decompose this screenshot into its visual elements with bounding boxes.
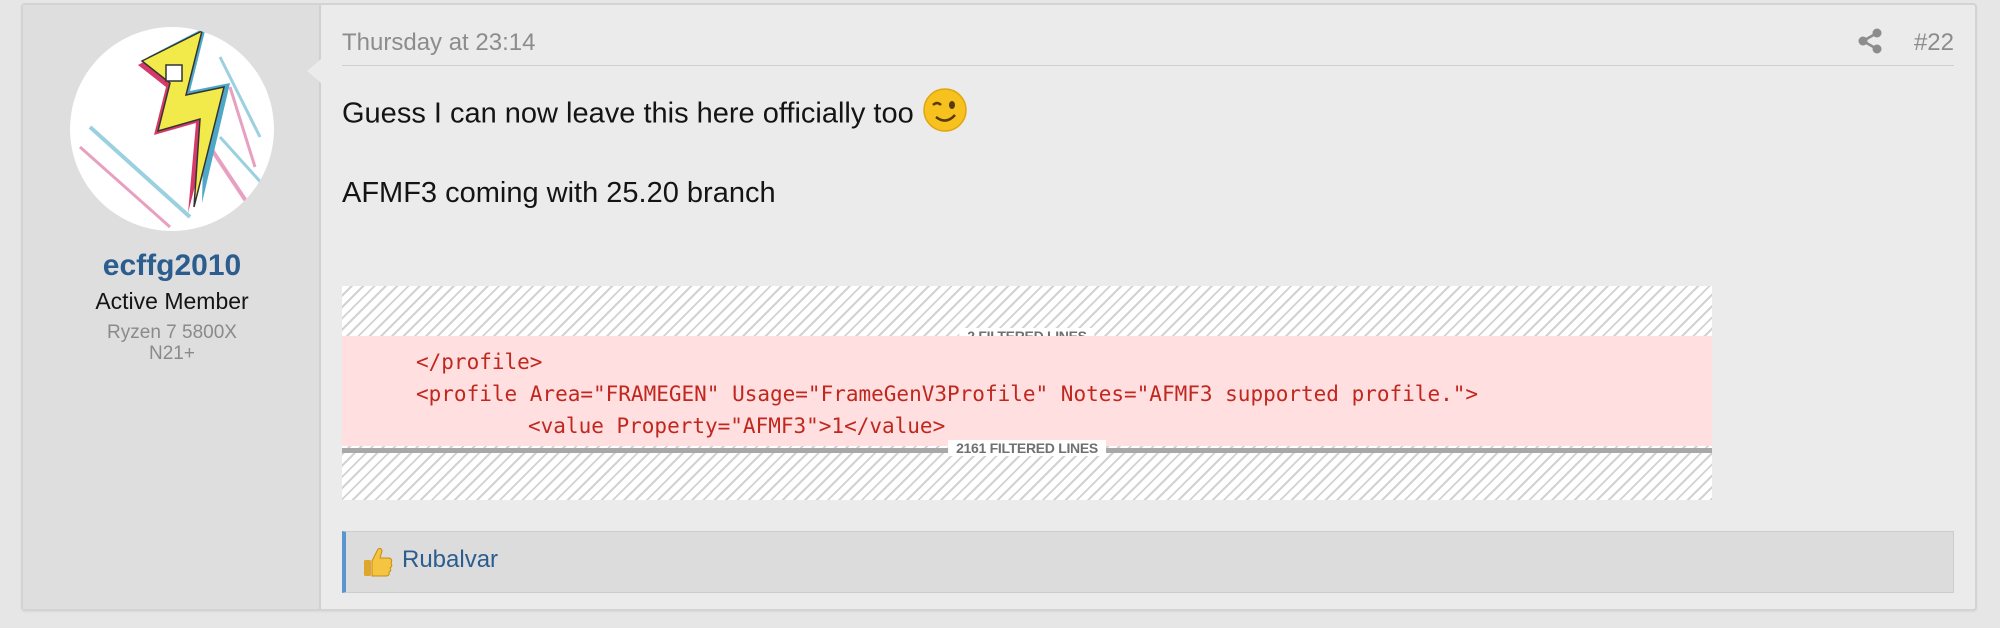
user-extra-info: Ryzen 7 5800X N21+ [23,322,321,364]
thumbs-up-icon [364,547,393,577]
lightning-bolt-avatar-icon [79,27,267,229]
reactions-bar: Rubalvar [342,531,1954,593]
user-system: Ryzen 7 5800X [107,322,237,343]
reaction-user-link[interactable]: Rubalvar [402,546,498,574]
username[interactable]: ecffg2010 [23,249,321,283]
winking-face-icon [922,88,967,132]
diff-line: <value Property="AFMF3">1</value> [528,414,946,438]
post-text-1: Guess I can now leave this here official… [342,97,914,130]
forum-post: ecffg2010 Active Member Ryzen 7 5800X N2… [21,3,1977,611]
post-body-line-2: AFMF3 coming with 25.20 branch [342,177,776,209]
post-date[interactable]: Thursday at 23:14 [342,29,535,57]
post-body-line-1: Guess I can now leave this here official… [342,88,968,133]
diff-screenshot[interactable]: 2 FILTERED LINES </profile> <profile Are… [342,286,1712,500]
share-icon[interactable] [1856,27,1884,55]
post-header: Thursday at 23:14 #22 [342,23,1954,66]
user-info-panel: ecffg2010 Active Member Ryzen 7 5800X N2… [23,5,321,609]
diff-line: </profile> [416,350,543,374]
message-pointer [307,59,321,83]
diff-line: <profile Area="FRAMEGEN" Usage="FrameGen… [416,382,1479,406]
avatar[interactable] [70,27,274,231]
post-number[interactable]: #22 [1914,29,1954,57]
filter-label-bottom: 2161 FILTERED LINES [948,440,1106,456]
user-title: Active Member [95,288,249,314]
user-extra: N21+ [149,343,195,364]
post-main: Thursday at 23:14 #22 Guess I can now le… [321,5,1975,609]
diff-removed-block: </profile> <profile Area="FRAMEGEN" Usag… [342,336,1712,446]
